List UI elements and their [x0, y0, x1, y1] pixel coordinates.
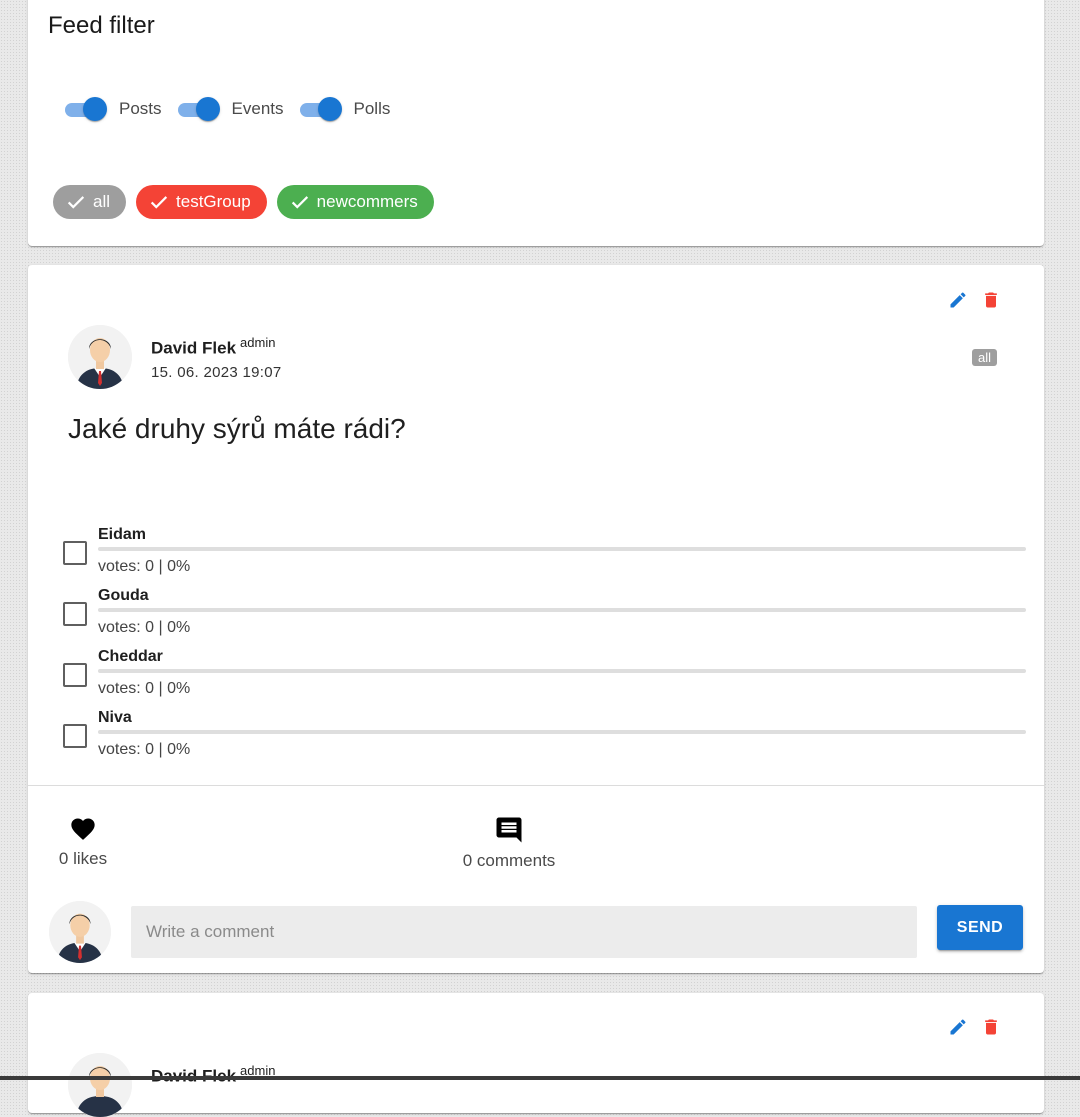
poll-post-card: David Flek admin 15. 06. 2023 19:07 all J… [28, 265, 1044, 973]
chip-newcommers[interactable]: newcommers [276, 185, 434, 219]
option-checkbox[interactable] [63, 663, 87, 687]
author-avatar [68, 325, 132, 389]
check-icon [291, 196, 308, 209]
poll-option: Gouda votes: 0 | 0% [61, 584, 1026, 645]
feed-filter-card: Feed filter Posts Events Polls all testG… [28, 0, 1044, 246]
trash-icon [985, 1019, 997, 1035]
option-progress-bar [98, 547, 1026, 551]
author-name-text: David Flek [151, 338, 237, 358]
bottom-edge-bar [0, 1076, 1080, 1080]
option-checkbox[interactable] [63, 602, 87, 626]
group-badge: all [972, 349, 998, 366]
pencil-icon [950, 1019, 966, 1035]
pencil-icon [950, 292, 966, 308]
toggle-posts-label: Posts [119, 99, 162, 118]
edit-button[interactable] [947, 289, 969, 311]
comments-button[interactable]: 0 comments [449, 815, 569, 871]
like-button[interactable]: 0 likes [43, 815, 123, 869]
edit-button[interactable] [947, 1016, 969, 1038]
content-type-toggles: Posts Events Polls [63, 97, 404, 121]
option-votes: votes: 0 | 0% [98, 680, 191, 697]
user-avatar-icon [49, 901, 111, 963]
heart-icon [71, 818, 95, 840]
option-checkbox[interactable] [63, 724, 87, 748]
chip-testgroup-label: testGroup [176, 192, 251, 211]
poll-options: Eidam votes: 0 | 0% Gouda votes: 0 | 0% … [61, 523, 1026, 767]
next-post-card: David Flekadmin [28, 993, 1044, 1117]
option-name: Gouda [98, 587, 149, 604]
poll-option: Cheddar votes: 0 | 0% [61, 645, 1026, 706]
comment-icon [496, 817, 522, 843]
poll-question: Jaké druhy sýrů máte rádi? [68, 413, 406, 444]
check-icon [150, 196, 168, 209]
feed-filter-title: Feed filter [48, 12, 155, 39]
option-votes: votes: 0 | 0% [98, 741, 191, 758]
events-switch[interactable] [176, 97, 220, 121]
comment-input[interactable] [131, 906, 917, 958]
author-name[interactable]: David Flekadmin [151, 335, 275, 359]
posts-switch[interactable] [63, 97, 107, 121]
option-progress-bar [98, 608, 1026, 612]
toggle-posts[interactable]: Posts [63, 97, 162, 121]
group-chips: all testGroup newcommers [53, 185, 444, 219]
chip-testgroup[interactable]: testGroup [136, 185, 267, 219]
toggle-events-label: Events [231, 99, 284, 118]
option-name: Cheddar [98, 648, 163, 665]
current-user-avatar [49, 901, 111, 963]
toggle-polls[interactable]: Polls [298, 97, 391, 121]
check-icon [67, 196, 85, 209]
option-progress-bar [98, 669, 1026, 673]
toggle-polls-label: Polls [353, 99, 391, 118]
polls-switch[interactable] [298, 97, 342, 121]
comments-count: 0 comments [462, 851, 556, 870]
chip-all-label: all [93, 192, 111, 211]
user-avatar-icon [68, 1053, 132, 1117]
delete-button[interactable] [980, 1016, 1002, 1038]
option-votes: votes: 0 | 0% [98, 558, 191, 575]
chip-newcommers-label: newcommers [316, 192, 418, 211]
chip-all[interactable]: all [53, 185, 127, 219]
option-votes: votes: 0 | 0% [98, 619, 191, 636]
option-checkbox[interactable] [63, 541, 87, 565]
option-progress-bar [98, 730, 1026, 734]
card-divider [28, 785, 1044, 786]
author-name[interactable]: David Flekadmin [151, 1063, 275, 1087]
trash-icon [985, 292, 997, 308]
likes-count: 0 likes [58, 849, 108, 868]
author-role: admin [240, 335, 276, 350]
poll-option: Eidam votes: 0 | 0% [61, 523, 1026, 584]
send-button[interactable]: SEND [937, 905, 1023, 950]
option-name: Niva [98, 709, 132, 726]
delete-button[interactable] [980, 289, 1002, 311]
option-name: Eidam [98, 526, 147, 543]
poll-option: Niva votes: 0 | 0% [61, 706, 1026, 767]
post-date: 15. 06. 2023 19:07 [151, 364, 282, 381]
toggle-events[interactable]: Events [176, 97, 284, 121]
author-avatar [68, 1053, 132, 1117]
user-avatar-icon [68, 325, 132, 389]
